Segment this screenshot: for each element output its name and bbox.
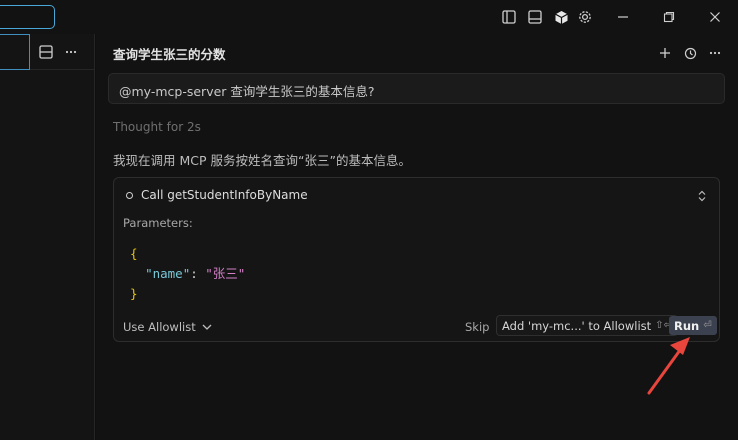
left-side-panel xyxy=(0,34,95,440)
cube-icon[interactable] xyxy=(552,8,570,26)
code-open-brace: { xyxy=(130,246,138,261)
pending-status-icon xyxy=(126,191,133,199)
left-panel-header xyxy=(0,34,95,70)
use-allowlist-dropdown[interactable]: Use Allowlist xyxy=(123,320,213,334)
run-shortcut: ⏎ xyxy=(703,320,712,331)
more-options-icon[interactable] xyxy=(62,43,80,61)
window-toolbar xyxy=(500,8,594,26)
run-label: Run xyxy=(674,318,700,333)
tool-call-label: Call getStudentInfoByName xyxy=(141,188,308,202)
new-chat-icon[interactable] xyxy=(656,44,674,62)
active-tab-outline[interactable] xyxy=(0,34,30,70)
add-to-allowlist-label: Add 'my-mc...' to Allowlist xyxy=(502,318,652,333)
window-controls xyxy=(614,8,724,26)
parameters-code-block: { "name": "张三" } xyxy=(130,244,245,304)
title-bar xyxy=(0,0,738,34)
skip-button[interactable]: Skip xyxy=(465,320,489,334)
chat-more-options-icon[interactable] xyxy=(706,44,724,62)
toggle-primary-sidebar-icon[interactable] xyxy=(500,8,518,26)
chat-panel: 查询学生张三的分数 @my-mcp-server 查询学生张三的基本信息? Th… xyxy=(96,34,738,440)
code-colon: : xyxy=(190,266,206,281)
chat-header-actions xyxy=(656,44,724,62)
thought-duration[interactable]: Thought for 2s xyxy=(113,120,201,134)
expand-collapse-icon[interactable] xyxy=(693,187,711,205)
add-to-allowlist-button[interactable]: Add 'my-mc...' to Allowlist ⇧⏎ xyxy=(496,315,678,336)
code-key: "name" xyxy=(145,266,191,281)
gear-icon[interactable] xyxy=(576,8,594,26)
tool-call-header: Call getStudentInfoByName xyxy=(126,188,308,202)
tool-call-card: Call getStudentInfoByName Parameters: { … xyxy=(113,177,720,342)
history-icon[interactable] xyxy=(681,44,699,62)
close-icon[interactable] xyxy=(706,8,724,26)
assistant-reply: 我现在调用 MCP 服务按姓名查询“张三”的基本信息。 xyxy=(113,153,411,168)
code-value: "张三" xyxy=(205,266,246,281)
chat-title: 查询学生张三的分数 xyxy=(113,47,226,62)
restore-icon[interactable] xyxy=(660,8,678,26)
parameters-label: Parameters: xyxy=(123,216,193,230)
chevron-down-icon xyxy=(201,321,213,333)
split-layout-icon[interactable] xyxy=(37,43,55,61)
code-close-brace: } xyxy=(130,286,138,301)
minimize-icon[interactable] xyxy=(614,8,632,26)
use-allowlist-label: Use Allowlist xyxy=(123,320,196,334)
user-message[interactable]: @my-mcp-server 查询学生张三的基本信息? xyxy=(108,73,725,104)
run-button[interactable]: Run ⏎ xyxy=(669,316,717,335)
toggle-panel-icon[interactable] xyxy=(526,8,544,26)
command-search-input[interactable] xyxy=(0,5,55,29)
